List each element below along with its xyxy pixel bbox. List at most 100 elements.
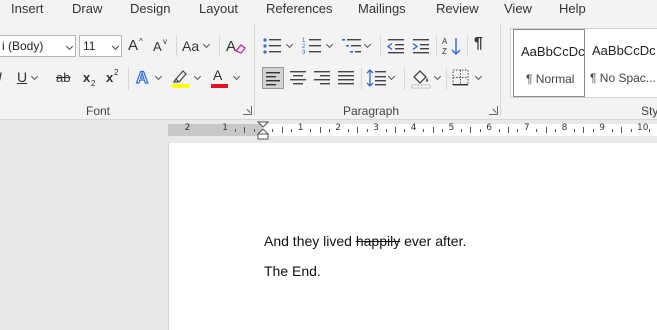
- chevron-down-icon: [30, 72, 39, 81]
- line1-text-after: ever after.: [400, 233, 467, 249]
- shading-button[interactable]: [410, 67, 444, 89]
- indent-marker-icon[interactable]: [257, 121, 269, 140]
- ruler-tick: [546, 127, 547, 133]
- tab-review[interactable]: Review: [436, 1, 479, 16]
- underline-button[interactable]: U: [14, 68, 40, 88]
- subscript-button[interactable]: x 2: [81, 68, 101, 88]
- style-normal[interactable]: AaBbCcDc ¶ Normal: [513, 29, 585, 97]
- ribbon: i (Body) 11 A ^ A v Aa A I U ab x 2 x 2: [0, 18, 657, 120]
- styles-gallery: AaBbCcDc ¶ Normal AaBbCcDc ¶ No Spac...: [510, 28, 657, 98]
- multilevel-list-icon: [342, 39, 361, 53]
- increase-indent-button[interactable]: [411, 36, 431, 56]
- ruler-tick: [433, 127, 434, 133]
- change-case-button[interactable]: Aa: [181, 36, 213, 56]
- bullets-button[interactable]: [262, 36, 296, 56]
- divider: [361, 68, 362, 90]
- divider: [404, 68, 405, 90]
- borders-button[interactable]: [451, 68, 485, 88]
- style-sample: AaBbCcDc: [521, 44, 585, 59]
- align-center-button[interactable]: [288, 68, 308, 88]
- align-right-button[interactable]: [312, 68, 332, 88]
- tab-insert[interactable]: Insert: [11, 1, 44, 16]
- ruler-tick: [367, 129, 368, 132]
- style-sample: AaBbCcDc: [592, 43, 656, 58]
- justify-icon: [338, 71, 354, 85]
- ruler-number: 9: [599, 123, 606, 133]
- ruler-tick: [508, 127, 509, 133]
- show-formatting-marks-button[interactable]: ¶: [474, 35, 483, 53]
- ruler-tick: [348, 129, 349, 132]
- ruler-tick: [593, 129, 594, 132]
- text-effects-button[interactable]: A: [134, 67, 166, 89]
- document-line-2: The End.: [264, 263, 321, 279]
- caret-down-icon: v: [163, 37, 167, 46]
- chevron-down-icon: [232, 72, 241, 81]
- ruler-tick: [480, 129, 481, 132]
- paragraph-dialog-launcher-icon[interactable]: [489, 106, 498, 115]
- ruler-tick: [442, 129, 443, 132]
- ruler-tick: [621, 127, 622, 133]
- font-color-swatch: [211, 84, 228, 88]
- font-name-combo[interactable]: i (Body): [0, 35, 76, 57]
- subscript-2: 2: [91, 79, 96, 88]
- ruler-number: 7: [523, 123, 530, 133]
- ruler-tick: [583, 127, 584, 133]
- document-page[interactable]: And they lived happily ever after. The E…: [168, 143, 657, 330]
- ruler-tick: [329, 129, 330, 132]
- ruler-tick: [612, 129, 613, 132]
- font-color-button[interactable]: A: [210, 67, 244, 89]
- bullets-icon: [263, 38, 281, 54]
- strikethrough-icon: ab: [56, 70, 71, 85]
- divider: [219, 35, 220, 57]
- svg-text:Z: Z: [442, 47, 447, 56]
- ruler-tick: [423, 129, 424, 132]
- superscript-button[interactable]: x 2: [104, 68, 124, 88]
- tab-help[interactable]: Help: [559, 1, 586, 16]
- justify-button[interactable]: [336, 68, 356, 88]
- clear-formatting-button[interactable]: A: [224, 35, 246, 57]
- ruler-tick: [282, 127, 283, 133]
- tab-draw[interactable]: Draw: [72, 1, 102, 16]
- font-dialog-launcher-icon[interactable]: [243, 106, 252, 115]
- font-size-combo[interactable]: 11: [79, 35, 122, 57]
- increase-indent-icon: [412, 39, 429, 54]
- text-effects-icon: A: [135, 67, 149, 87]
- tab-view[interactable]: View: [504, 1, 532, 16]
- divider: [467, 35, 468, 57]
- highlight-color-button[interactable]: [171, 67, 205, 89]
- ruler-number: 10: [637, 123, 649, 133]
- shrink-font-button[interactable]: A v: [152, 36, 172, 56]
- chevron-down-icon: [65, 42, 74, 51]
- tab-mailings[interactable]: Mailings: [358, 1, 406, 16]
- line1-struck-word: happily: [355, 233, 401, 249]
- ruler-tick: [272, 129, 273, 132]
- font-color-icon: A: [213, 67, 223, 83]
- sort-button[interactable]: A Z: [441, 35, 463, 57]
- paint-bucket-icon: [411, 70, 431, 89]
- multilevel-list-button[interactable]: [342, 36, 376, 56]
- line-spacing-icon: [366, 69, 386, 87]
- numbering-button[interactable]: 1 2 3: [302, 36, 336, 56]
- ruler-number: 1: [297, 123, 304, 133]
- decrease-indent-icon: [386, 39, 404, 54]
- grow-font-button[interactable]: A ^: [127, 36, 147, 56]
- horizontal-ruler[interactable]: 2 1 1 2 3 4 5 6 7 8 9 10: [168, 121, 657, 140]
- svg-text:3: 3: [302, 50, 306, 56]
- ruler-tick: [517, 129, 518, 132]
- style-no-spacing[interactable]: AaBbCcDc ¶ No Spac...: [585, 29, 657, 97]
- align-left-icon: [266, 72, 280, 86]
- tab-design[interactable]: Design: [130, 1, 170, 16]
- strikethrough-button[interactable]: ab: [53, 68, 75, 88]
- align-left-button-selected[interactable]: [262, 67, 284, 89]
- ribbon-tabs: Insert Draw Design Layout References Mai…: [0, 0, 657, 18]
- tab-layout[interactable]: Layout: [199, 1, 238, 16]
- italic-button[interactable]: I: [0, 69, 2, 85]
- styles-group-label: Sty: [641, 104, 657, 118]
- ruler-tick: [461, 129, 462, 132]
- tab-references[interactable]: References: [266, 1, 332, 16]
- chevron-down-icon: [433, 72, 442, 81]
- divider: [128, 68, 129, 90]
- decrease-indent-button[interactable]: [386, 36, 406, 56]
- line-spacing-button[interactable]: [366, 68, 398, 88]
- ruler-tick: [536, 129, 537, 132]
